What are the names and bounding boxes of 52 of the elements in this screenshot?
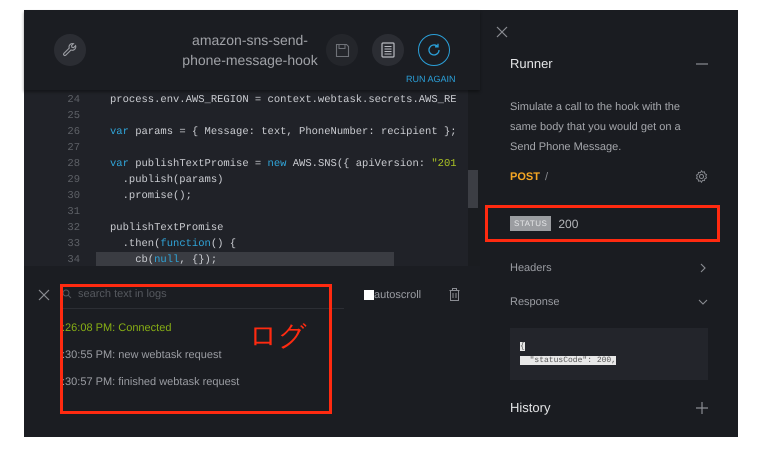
line-number: 25 [66, 110, 80, 122]
plus-icon[interactable] [696, 402, 708, 414]
code-line: cb(null, {}); [134, 254, 218, 266]
close-icon[interactable] [496, 26, 508, 38]
section-label[interactable]: Headers [510, 262, 552, 274]
code-line: publishTextPromise [110, 222, 224, 234]
run-again-label: RUN AGAIN [406, 74, 456, 84]
close-icon[interactable] [38, 288, 50, 300]
line-number: 27 [66, 142, 80, 154]
runner-title: Runner [510, 56, 553, 71]
chevron-right-icon[interactable] [698, 263, 708, 273]
status-badge: STATUS [510, 216, 552, 231]
line-number: 34 [66, 254, 80, 266]
document-icon [381, 42, 395, 58]
search-icon [62, 289, 72, 299]
wrench-icon [62, 42, 78, 58]
line-number: 28 [66, 158, 80, 170]
autoscroll-checkbox[interactable] [364, 290, 374, 300]
line-number: 29 [66, 174, 80, 186]
log-entry: :26:08 PM: Connected [62, 321, 172, 335]
run-again-button[interactable] [418, 34, 450, 66]
code-line: var publishTextPromise = new AWS.SNS({ apiVersion: "201 [110, 158, 457, 170]
line-number: 24 [66, 94, 80, 106]
line-number: 31 [66, 206, 80, 218]
chevron-down-icon[interactable] [698, 297, 708, 307]
settings-icon[interactable] [695, 170, 708, 182]
request-path: / [544, 171, 548, 183]
autoscroll-label: autoscroll [374, 288, 422, 300]
line-number: 33 [66, 238, 80, 250]
log-entry: :30:55 PM: new webtask request [62, 348, 223, 362]
runner-description: Simulate a call to the hook with the same body that you would get on a Send Phone Message. [510, 100, 682, 155]
http-method: POST [510, 171, 540, 183]
webtask-title: amazon-sns-send-phone-message-hook [182, 31, 318, 70]
log-entry: :30:57 PM: finished webtask request [62, 375, 240, 389]
code-line: process.env.AWS_REGION = context.webtask.secrets.AWS_RE [110, 94, 457, 106]
save-button[interactable] [326, 34, 358, 66]
line-number: 32 [66, 222, 80, 234]
code-line: .publish(params) [122, 174, 224, 186]
log-search-field[interactable]: search text in logs [78, 288, 318, 300]
code-line: .promise(); [122, 190, 192, 202]
history-title: History [510, 400, 550, 415]
refresh-icon [426, 42, 442, 58]
code-line: .then(function() { [122, 238, 236, 250]
code-line: var params = { Message: text, PhoneNumber: recipient }; [110, 126, 457, 138]
trash-icon[interactable] [449, 288, 460, 301]
status-code: 200 [558, 216, 578, 230]
section-label[interactable]: Response [510, 296, 560, 308]
line-number: 26 [66, 126, 80, 138]
settings-button[interactable] [54, 34, 86, 66]
logs-button[interactable] [372, 34, 404, 66]
annotation-label: ログ [249, 319, 307, 353]
line-number: 30 [66, 190, 80, 202]
